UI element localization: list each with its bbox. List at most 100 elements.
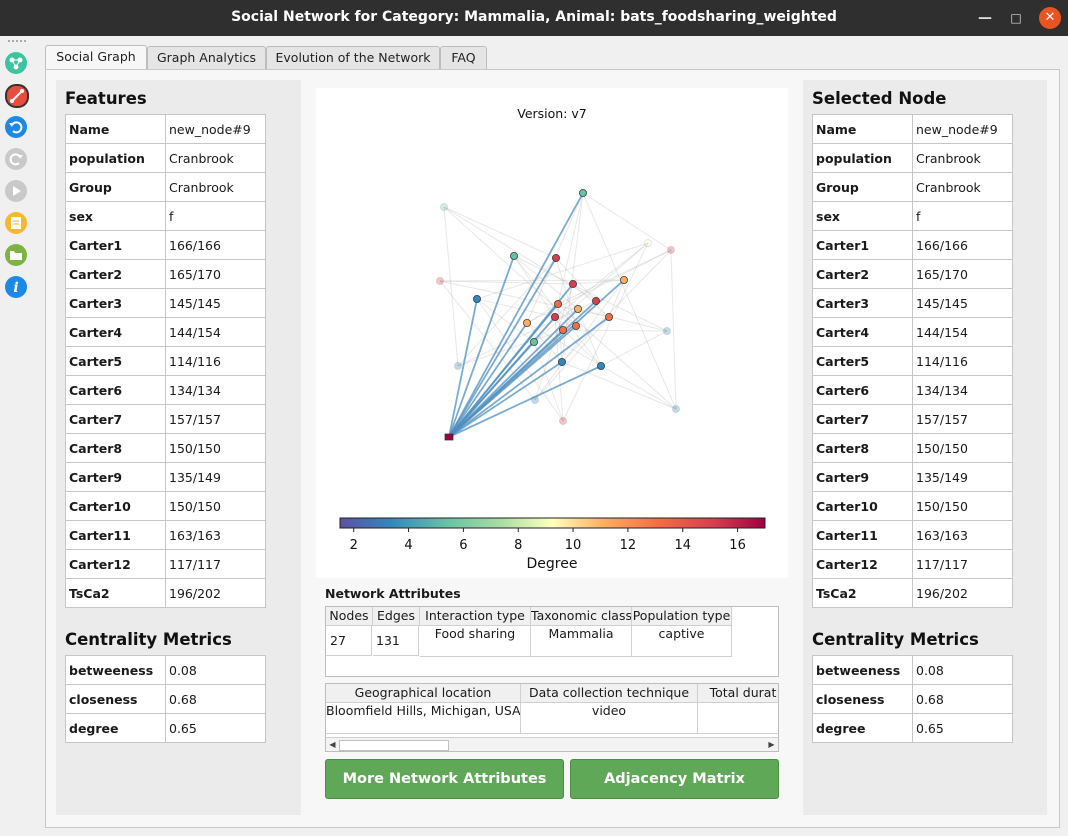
selected-feature-value[interactable]: Cranbrook — [912, 172, 1013, 202]
selected-centrality-value[interactable]: 0.68 — [912, 684, 1013, 714]
graph-node[interactable] — [571, 321, 580, 330]
graph-node[interactable] — [553, 299, 562, 308]
feature-value[interactable]: 163/163 — [165, 520, 266, 550]
graph-node[interactable] — [472, 294, 481, 303]
feature-row: Carter1 166/166 — [65, 230, 266, 260]
feature-value[interactable]: Cranbrook — [165, 172, 266, 202]
selected-centrality-value[interactable]: 0.08 — [912, 655, 1013, 685]
maximize-button[interactable]: □ — [1005, 7, 1027, 29]
graph-node[interactable] — [558, 416, 567, 425]
graph-node[interactable] — [604, 312, 613, 321]
graph-node[interactable] — [557, 357, 566, 366]
selected-feature-value[interactable]: 165/170 — [912, 259, 1013, 289]
more-network-attributes-button[interactable]: More Network Attributes — [325, 759, 564, 799]
selected-feature-value[interactable]: 150/150 — [912, 433, 1013, 463]
selected-feature-value[interactable]: 117/117 — [912, 549, 1013, 579]
cell-interaction-type[interactable]: Food sharing — [420, 626, 531, 657]
graph-node[interactable] — [551, 253, 560, 262]
graph-node[interactable] — [522, 318, 531, 327]
graph-node[interactable] — [558, 325, 567, 334]
graph-node[interactable] — [619, 275, 628, 284]
network-graph[interactable]: Version: v7 2 4 6 8 10 12 14 16 Degree — [316, 88, 788, 578]
feature-value[interactable]: 166/166 — [165, 230, 266, 260]
graph-node[interactable] — [530, 395, 539, 404]
graph-node[interactable] — [573, 304, 582, 313]
selected-feature-value[interactable]: 150/150 — [912, 491, 1013, 521]
graph-node[interactable] — [666, 245, 675, 254]
centrality-value[interactable]: 0.68 — [165, 684, 266, 714]
centrality-value[interactable]: 0.08 — [165, 655, 266, 685]
feature-value[interactable]: f — [165, 201, 266, 231]
network-graph-canvas[interactable]: Version: v7 2 4 6 8 10 12 14 16 Degree — [316, 88, 788, 578]
toolbar-grip[interactable] — [8, 40, 26, 46]
cell-geographical-location[interactable]: Bloomfield Hills, Michigan, USA — [326, 703, 521, 734]
undo-icon[interactable] — [5, 116, 27, 138]
graph-node[interactable] — [550, 312, 559, 321]
adjacency-matrix-button[interactable]: Adjacency Matrix — [570, 759, 779, 799]
selected-feature-value[interactable]: 196/202 — [912, 578, 1013, 608]
feature-value[interactable]: 157/157 — [165, 404, 266, 434]
selected-feature-value[interactable]: 135/149 — [912, 462, 1013, 492]
feature-value[interactable]: 114/116 — [165, 346, 266, 376]
open-folder-icon[interactable] — [5, 244, 27, 266]
cell-taxonomic-class[interactable]: Mammalia — [531, 626, 632, 657]
feature-value[interactable]: 150/150 — [165, 491, 266, 521]
selected-feature-value[interactable]: new_node#9 — [912, 114, 1013, 144]
tab-social-graph[interactable]: Social Graph — [45, 45, 147, 70]
cell-edges[interactable]: 131 — [373, 626, 419, 656]
play-icon[interactable] — [5, 180, 27, 202]
scroll-right-icon[interactable]: ▶ — [765, 738, 778, 751]
graph-node[interactable] — [568, 279, 577, 288]
graph-node[interactable] — [591, 296, 600, 305]
tab-graph-analytics[interactable]: Graph Analytics — [147, 46, 266, 69]
selected-feature-value[interactable]: f — [912, 201, 1013, 231]
tab-faq[interactable]: FAQ — [440, 46, 487, 69]
horizontal-scrollbar[interactable]: ◀ ▶ — [326, 737, 778, 751]
tab-evolution[interactable]: Evolution of the Network — [266, 46, 440, 69]
cell-data-collection-technique[interactable]: video — [521, 703, 698, 734]
network-icon[interactable] — [5, 52, 27, 74]
feature-value[interactable]: 134/134 — [165, 375, 266, 405]
selected-centrality-value[interactable]: 0.65 — [912, 713, 1013, 743]
graph-node[interactable] — [643, 238, 652, 247]
selected-feature-value[interactable]: 166/166 — [912, 230, 1013, 260]
feature-value[interactable]: 165/170 — [165, 259, 266, 289]
cell-population-type[interactable]: captive — [632, 626, 732, 657]
feature-value[interactable]: 150/150 — [165, 433, 266, 463]
selected-feature-value[interactable]: Cranbrook — [912, 143, 1013, 173]
feature-value[interactable]: 145/145 — [165, 288, 266, 318]
close-button[interactable]: ✕ — [1039, 7, 1061, 29]
selected-feature-value[interactable]: 144/154 — [912, 317, 1013, 347]
notes-icon[interactable] — [5, 212, 27, 234]
scroll-left-icon[interactable]: ◀ — [326, 738, 339, 751]
graph-node[interactable] — [578, 189, 587, 198]
feature-value[interactable]: new_node#9 — [165, 114, 266, 144]
selected-feature-value[interactable]: 134/134 — [912, 375, 1013, 405]
graph-node[interactable] — [662, 326, 671, 335]
feature-value[interactable]: 135/149 — [165, 462, 266, 492]
selected-feature-value[interactable]: 114/116 — [912, 346, 1013, 376]
feature-value[interactable]: Cranbrook — [165, 143, 266, 173]
graph-node[interactable] — [529, 337, 538, 346]
centrality-value[interactable]: 0.65 — [165, 713, 266, 743]
cell-total-duration[interactable] — [698, 703, 778, 734]
graph-node[interactable] — [671, 404, 680, 413]
selected-feature-value[interactable]: 157/157 — [912, 404, 1013, 434]
feature-value[interactable]: 196/202 — [165, 578, 266, 608]
redo-icon[interactable] — [5, 148, 27, 170]
selected-feature-value[interactable]: 163/163 — [912, 520, 1013, 550]
feature-value[interactable]: 117/117 — [165, 549, 266, 579]
minimize-button[interactable]: — — [974, 7, 996, 29]
graph-node[interactable] — [453, 361, 462, 370]
selected-node-marker[interactable] — [444, 433, 454, 441]
edge-tool-icon[interactable] — [5, 84, 29, 108]
selected-feature-value[interactable]: 145/145 — [912, 288, 1013, 318]
graph-node[interactable] — [596, 361, 605, 370]
graph-node[interactable] — [436, 276, 445, 285]
scrollbar-thumb[interactable] — [339, 740, 449, 751]
cell-nodes[interactable]: 27 — [326, 626, 372, 656]
graph-node[interactable] — [440, 203, 449, 212]
feature-value[interactable]: 144/154 — [165, 317, 266, 347]
info-icon[interactable]: i — [5, 276, 27, 298]
graph-node[interactable] — [509, 251, 518, 260]
